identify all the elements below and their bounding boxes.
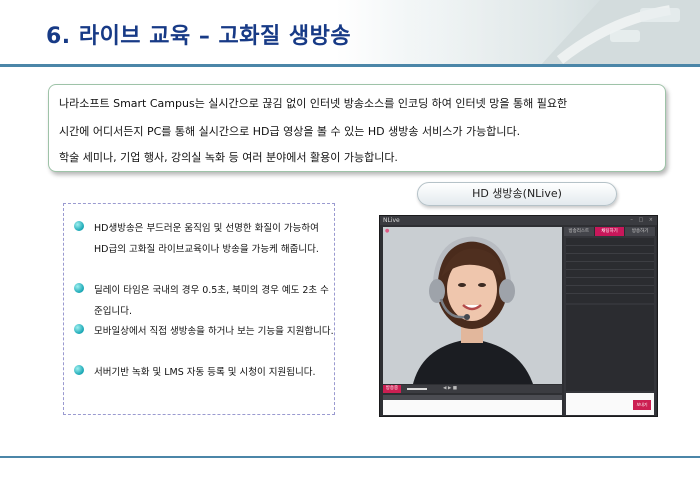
bullet-icon — [74, 283, 84, 293]
tab-broadcast-list[interactable]: 방송리스트 — [564, 227, 595, 236]
bullet-icon — [74, 324, 84, 334]
window-controls-icon: – □ × — [630, 217, 655, 223]
bullet-icon — [74, 365, 84, 375]
chat-message — [566, 315, 654, 325]
list-item[interactable] — [566, 246, 654, 254]
chat-message — [566, 345, 654, 355]
list-item[interactable] — [566, 278, 654, 286]
control-icons: ◀ ▶ ■ — [443, 386, 458, 391]
video-player: ● — [383, 227, 562, 384]
feature-text: 모바일상에서 직접 생방송을 하거나 보는 기능을 지원합니다. — [94, 326, 334, 337]
side-panel: 방송리스트 채팅하기 방송하기 보내기 — [564, 227, 657, 415]
broadcast-title: ● — [385, 228, 390, 234]
footer-divider — [0, 456, 700, 458]
intro-line: 시간에 어디서든지 PC를 통해 실시간으로 HD급 영상을 볼 수 있는 HD… — [59, 125, 521, 138]
player-controls[interactable]: 방송중 ◀ ▶ ■ — [383, 385, 562, 393]
header-divider — [0, 64, 700, 67]
feature-list: HD생방송은 부드러운 움직임 및 선명한 화질이 가능하여 HD급의 고화질 … — [63, 203, 335, 415]
slide-header: 6. 라이브 교육 – 고화질 생방송 — [0, 0, 700, 66]
page-title: 6. 라이브 교육 – 고화질 생방송 — [46, 24, 352, 49]
tab-chat[interactable]: 채팅하기 — [594, 227, 626, 236]
list-item[interactable] — [566, 254, 654, 262]
chat-compose-area[interactable]: 보내기 — [566, 393, 654, 415]
send-button[interactable]: 보내기 — [633, 400, 651, 410]
list-item[interactable] — [566, 270, 654, 278]
broadcast-button[interactable]: 방송중 — [383, 385, 401, 393]
chat-message — [566, 355, 654, 365]
intro-box: 나라소프트 Smart Campus는 실시간으로 끊김 없이 인터넷 방송소스… — [48, 84, 666, 172]
feature-text: 서버기반 녹화 및 LMS 자동 등록 및 시청이 지원됩니다. — [94, 367, 316, 378]
panel-tabs: 방송리스트 채팅하기 방송하기 — [564, 227, 657, 236]
intro-line: 나라소프트 Smart Campus는 실시간으로 끊김 없이 인터넷 방송소스… — [59, 97, 568, 110]
bullet-icon — [74, 221, 84, 231]
tab-go-live[interactable]: 방송하기 — [625, 227, 657, 236]
chat-message — [566, 305, 654, 315]
chat-message — [566, 325, 654, 335]
volume-slider[interactable] — [407, 388, 427, 390]
presenter-image — [383, 227, 562, 384]
feature-text: HD생방송은 부드러운 움직임 및 선명한 화질이 가능하여 HD급의 고화질 … — [94, 223, 319, 255]
chat-message — [566, 335, 654, 345]
feature-text: 딜레이 타임은 국내의 경우 0.5초, 북미의 경우 예도 2초 수준입니다. — [94, 285, 329, 317]
app-logo: NLive — [383, 217, 400, 224]
intro-line: 학술 세미나, 기업 행사, 강의실 녹화 등 여러 분야에서 활용이 가능합니… — [59, 151, 398, 164]
header-keyboard-image — [410, 0, 700, 66]
list-item[interactable] — [566, 238, 654, 246]
chat-input[interactable] — [383, 395, 562, 415]
nlive-app-screenshot: NLive – □ × ● 방송중 ◀ ▶ ■ 방송리스트 채팅하기 방송하기 … — [379, 215, 658, 417]
chat-message — [566, 365, 654, 375]
hd-live-label: HD 생방송(NLive) — [417, 182, 617, 206]
chat-log — [566, 305, 654, 391]
app-titlebar: NLive – □ × — [380, 216, 657, 225]
list-item[interactable] — [566, 262, 654, 270]
list-item[interactable] — [566, 286, 654, 294]
participant-list — [566, 238, 654, 303]
